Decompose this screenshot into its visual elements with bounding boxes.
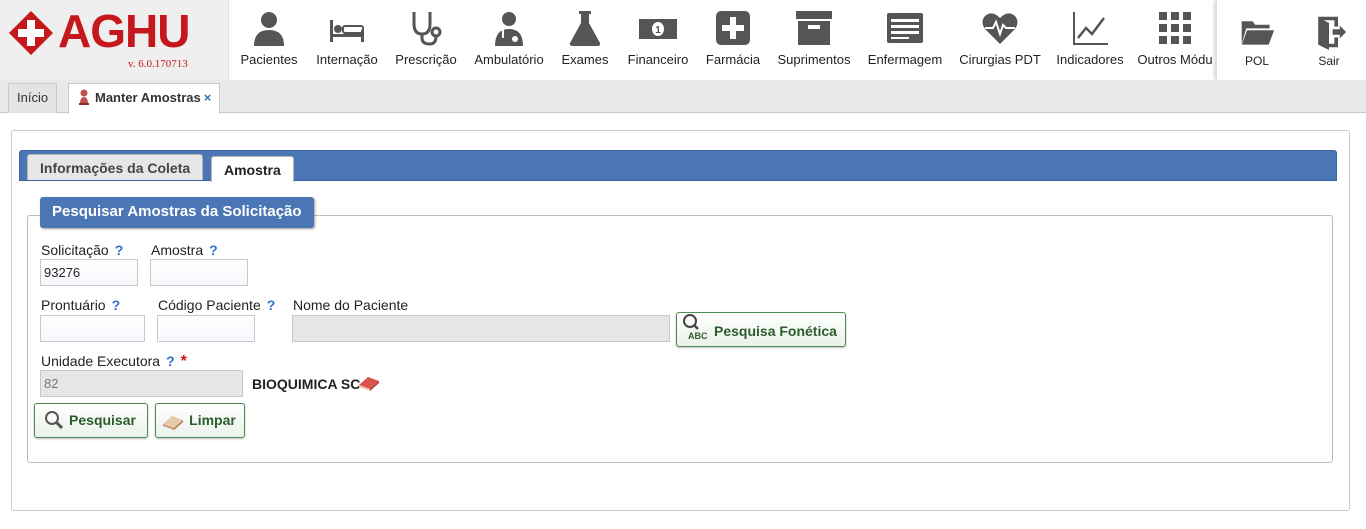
medical-cross-icon [716, 11, 750, 45]
codigo-paciente-label: Código Paciente? [158, 297, 275, 313]
user-icon [254, 12, 284, 46]
tab-inicio[interactable]: Início [8, 83, 58, 113]
tab-label: Início [17, 90, 49, 105]
eraser-icon[interactable] [358, 375, 380, 391]
nome-paciente-label: Nome do Paciente [293, 297, 408, 313]
cross-logo-icon [9, 11, 53, 55]
page-tabs-bar: Início Manter Amostras × [0, 80, 1366, 114]
prontuario-label: Prontuário? [41, 297, 120, 313]
prontuario-input[interactable] [40, 315, 145, 342]
app-version: v. 6.0.170713 [128, 58, 188, 70]
module-farmacia[interactable]: Farmácia [701, 0, 765, 80]
archive-box-icon [796, 11, 832, 45]
pol-label: POL [1244, 54, 1269, 68]
limpar-button[interactable]: Limpar [155, 403, 245, 438]
help-icon[interactable]: ? [166, 353, 175, 369]
tab-informacoes-coleta[interactable]: Informações da Coleta [27, 154, 204, 180]
label-text: Nome do Paciente [293, 297, 409, 313]
required-icon: * [180, 353, 187, 370]
app-logo[interactable]: AGHU v. 6.0.170713 [0, 0, 228, 80]
line-chart-icon [1073, 12, 1108, 45]
module-label: Ambulatório [474, 52, 544, 67]
exit-icon [1318, 16, 1347, 50]
tab-manter-amostras[interactable]: Manter Amostras × [68, 83, 221, 114]
doctor-icon [495, 12, 523, 46]
amostra-input[interactable] [150, 259, 248, 286]
module-label: Farmácia [705, 52, 761, 67]
top-bar: AGHU v. 6.0.170713 Pacientes Internação … [0, 0, 1366, 80]
label-text: Prontuário [41, 297, 106, 313]
button-label: Pesquisar [69, 412, 136, 428]
label-text: Código Paciente [158, 297, 261, 313]
module-pacientes[interactable]: Pacientes [233, 0, 305, 80]
grid-icon [1159, 12, 1191, 44]
help-icon[interactable]: ? [112, 297, 121, 313]
pesquisa-fonetica-button[interactable]: ABC Pesquisa Fonética [676, 312, 846, 347]
right-nav: POL Sair [1216, 0, 1366, 80]
label-text: Unidade Executora [41, 353, 161, 369]
module-label: Financeiro [627, 52, 689, 67]
pesquisar-button[interactable]: Pesquisar [34, 403, 148, 438]
help-icon[interactable]: ? [209, 242, 218, 258]
sair-label: Sair [1318, 54, 1340, 68]
flask-icon [569, 11, 601, 46]
unidade-executora-input [40, 370, 243, 397]
amostra-label: Amostra? [151, 242, 218, 258]
sample-pawn-icon [79, 89, 89, 105]
money-icon: 1 [639, 19, 677, 39]
tab-label: Amostra [224, 162, 281, 178]
module-cirurgias-pdt[interactable]: Cirurgias PDT [953, 0, 1047, 80]
module-outros[interactable]: Outros Módu [1133, 0, 1216, 80]
module-label: Suprimentos [777, 52, 851, 67]
abc-text: ABC [688, 331, 708, 341]
svg-text:1: 1 [655, 25, 661, 36]
module-label: Enfermagem [867, 52, 943, 67]
pol-button[interactable]: POL [1221, 0, 1293, 80]
module-prescricao[interactable]: Prescrição [389, 0, 463, 80]
module-label: Pacientes [240, 52, 298, 67]
nome-paciente-input [292, 315, 670, 342]
phonetic-search-icon: ABC [683, 314, 708, 341]
codigo-paciente-input[interactable] [157, 315, 255, 342]
module-suprimentos[interactable]: Suprimentos [771, 0, 857, 80]
solicitacao-input[interactable] [40, 259, 138, 286]
unidade-executora-label: Unidade Executora? * [41, 353, 187, 371]
heartbeat-icon [982, 13, 1018, 44]
module-label: Indicadores [1056, 52, 1124, 67]
brand-name: AGHU [58, 5, 190, 57]
solicitacao-label: Solicitação? [41, 242, 123, 258]
stethoscope-icon [412, 12, 442, 46]
module-enfermagem[interactable]: Enfermagem [863, 0, 947, 80]
eraser-icon [163, 416, 184, 430]
label-text: Solicitação [41, 242, 109, 258]
close-tab-icon[interactable]: × [204, 90, 212, 105]
bed-icon [330, 20, 364, 42]
search-icon [45, 411, 64, 430]
module-menu: Pacientes Internação Prescrição Ambulató… [228, 0, 1216, 80]
fieldset-legend: Pesquisar Amostras da Solicitação [40, 197, 314, 228]
tab-label: Informações da Coleta [40, 160, 191, 176]
unidade-executora-name: BIOQUIMICA SC [252, 376, 361, 392]
module-label: Cirurgias PDT [959, 52, 1041, 67]
module-internacao[interactable]: Internação [311, 0, 383, 80]
label-text: Amostra [151, 242, 204, 258]
sair-button[interactable]: Sair [1295, 0, 1363, 80]
module-label: Outros Módu [1137, 52, 1213, 67]
tab-label: Manter Amostras [95, 90, 201, 105]
tab-amostra[interactable]: Amostra [211, 156, 294, 182]
help-icon[interactable]: ? [115, 242, 124, 258]
button-label: Limpar [189, 412, 236, 428]
module-label: Exames [561, 52, 609, 67]
list-icon [887, 13, 923, 43]
module-label: Internação [316, 52, 378, 67]
module-indicadores[interactable]: Indicadores [1053, 0, 1127, 80]
module-financeiro[interactable]: 1 Financeiro [621, 0, 695, 80]
button-label: Pesquisa Fonética [714, 323, 837, 339]
module-ambulatorio[interactable]: Ambulatório [469, 0, 549, 80]
help-icon[interactable]: ? [267, 297, 276, 313]
folder-icon [1241, 21, 1275, 45]
module-exames[interactable]: Exames [555, 0, 615, 80]
module-label: Prescrição [395, 52, 457, 67]
